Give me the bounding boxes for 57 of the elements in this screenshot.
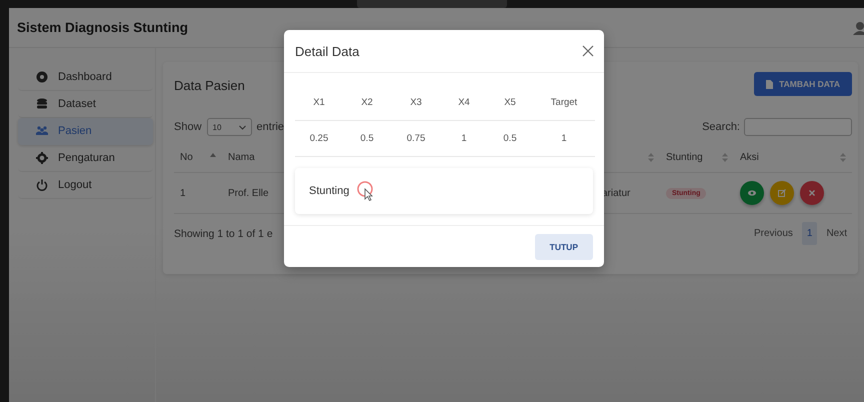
browser-tab[interactable] bbox=[357, 0, 507, 8]
table-cell: 0.5 bbox=[503, 133, 517, 144]
gear-icon bbox=[36, 152, 48, 164]
close-button[interactable]: TUTUP bbox=[534, 234, 593, 260]
database-icon bbox=[36, 98, 48, 110]
power-icon bbox=[36, 179, 48, 191]
sort-icon[interactable] bbox=[840, 152, 846, 162]
app-title: Sistem Diagnosis Stunting bbox=[17, 20, 188, 35]
pagination-button[interactable]: Next bbox=[821, 222, 852, 245]
search-label: Search: bbox=[702, 121, 740, 133]
sort-icon[interactable] bbox=[722, 152, 728, 162]
edit-button[interactable] bbox=[770, 181, 794, 205]
sidebar-item[interactable]: Logout bbox=[18, 172, 153, 199]
column-header: X3 bbox=[410, 97, 422, 108]
chevron-down-icon bbox=[238, 124, 246, 130]
entries-select[interactable]: 10 bbox=[206, 118, 252, 136]
search-field[interactable] bbox=[744, 118, 852, 136]
page-title: Data Pasien bbox=[174, 78, 245, 93]
column-header: X2 bbox=[361, 97, 373, 108]
table-cell: 0.25 bbox=[310, 133, 328, 144]
edit-icon bbox=[778, 189, 786, 197]
file-icon bbox=[766, 80, 774, 88]
delete-button[interactable] bbox=[800, 181, 824, 205]
table-info: Showing 1 to 1 of 1 e bbox=[174, 228, 273, 240]
column-header: X4 bbox=[458, 97, 470, 108]
table-cell: Prof. Elle bbox=[228, 188, 269, 198]
table-cell: 1 bbox=[561, 133, 567, 144]
column-header: X5 bbox=[504, 97, 516, 108]
cursor-icon bbox=[357, 181, 376, 201]
pagination-button[interactable]: Previous bbox=[748, 222, 798, 245]
sort-icon[interactable] bbox=[648, 152, 654, 162]
column-header[interactable]: Stunting bbox=[666, 152, 703, 162]
column-header[interactable]: Aksi bbox=[740, 152, 759, 162]
column-header: Target bbox=[550, 97, 578, 108]
column-header[interactable]: Nama bbox=[228, 152, 255, 162]
dashboard-icon bbox=[36, 71, 48, 83]
close-icon[interactable] bbox=[582, 45, 594, 57]
sidebar-item[interactable]: Pengaturan bbox=[18, 145, 153, 172]
sidebar-item[interactable]: Pasien bbox=[18, 118, 153, 145]
view-button[interactable] bbox=[740, 181, 764, 205]
pagination-button[interactable]: 1 bbox=[802, 222, 818, 245]
table-cell: 1 bbox=[180, 188, 186, 198]
sidebar-item[interactable]: Dashboard bbox=[18, 64, 153, 91]
show-label: Show bbox=[174, 121, 202, 133]
modal-title: Detail Data bbox=[295, 44, 360, 58]
table-cell: 0.5 bbox=[360, 133, 374, 144]
entries-label: entrie bbox=[256, 121, 284, 133]
column-header: X1 bbox=[313, 97, 325, 108]
result-text: Stunting bbox=[309, 185, 350, 197]
add-data-button[interactable]: TAMBAH DATA bbox=[754, 72, 852, 96]
avatar-icon[interactable] bbox=[852, 20, 864, 34]
close-icon bbox=[808, 189, 816, 197]
eye-icon bbox=[748, 189, 756, 197]
table-cell: 0.75 bbox=[406, 133, 426, 144]
table-cell: 1 bbox=[461, 133, 467, 144]
column-header[interactable]: No bbox=[180, 152, 193, 162]
users-icon bbox=[36, 125, 48, 137]
